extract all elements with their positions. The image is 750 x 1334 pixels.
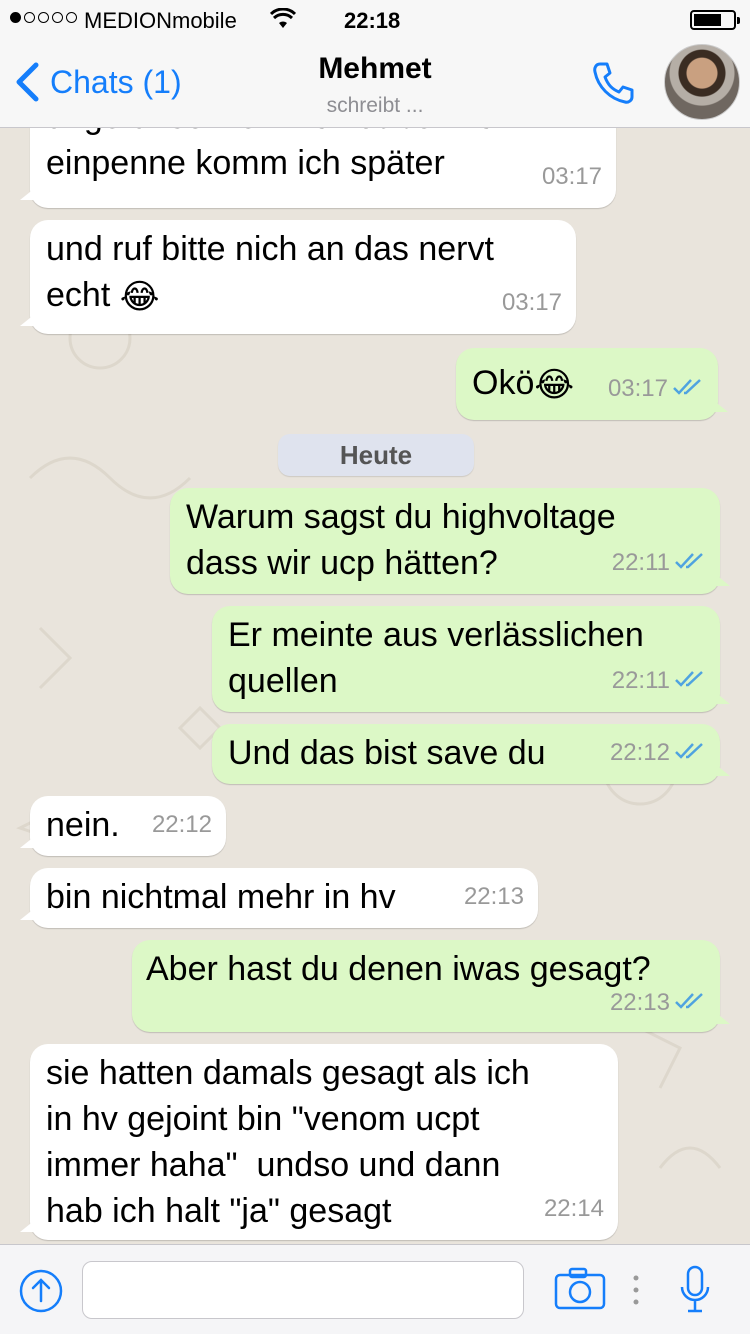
chat-header: Chats (1) Mehmet schreibt ... — [0, 40, 750, 128]
more-icon[interactable] — [630, 1273, 642, 1312]
read-ticks-icon — [674, 730, 706, 776]
message-time: 22:11 — [611, 667, 670, 694]
message-text: Er meinte aus verlässlichen quellen — [228, 616, 644, 700]
message-bubble-outgoing[interactable]: Aber hast du denen iwas gesagt? 22:13 — [132, 940, 730, 1032]
message-time: 03:17 — [501, 289, 562, 316]
message-bubble-outgoing[interactable]: Und das bist save du 22:12 — [212, 724, 730, 784]
message-text: Warum sagst du highvoltage dass wir ucp … — [186, 498, 616, 582]
microphone-icon[interactable] — [678, 1265, 712, 1320]
carrier-name: MEDIONmobile — [84, 8, 237, 33]
message-text: sie hatten damals gesagt als ich in hv g… — [46, 1054, 530, 1230]
message-text: und ruf bitte nich an das nervt echt — [46, 230, 494, 314]
message-bubble-incoming[interactable]: bin nichtmal mehr in hv 22:13 — [20, 868, 538, 928]
message-time: 22:14 — [543, 1195, 604, 1222]
wifi-icon — [269, 7, 297, 36]
battery-level — [694, 14, 721, 26]
read-ticks-icon — [674, 980, 706, 1026]
message-bubble-incoming[interactable]: unge unso wenn ich dabei nich einpenne k… — [20, 128, 616, 208]
upload-icon[interactable] — [18, 1268, 64, 1319]
composer-bar — [0, 1244, 750, 1334]
message-bubble-outgoing[interactable]: Okö😂 03:17 — [456, 348, 728, 420]
message-time: 22:13 — [609, 989, 670, 1016]
camera-icon[interactable] — [554, 1267, 606, 1316]
laughing-emoji-icon: 😂 — [534, 366, 575, 405]
laughing-emoji-icon: 😂 — [119, 278, 160, 317]
battery-icon — [690, 10, 740, 30]
clock: 22:18 — [344, 8, 401, 33]
message-text: Und das bist save du — [228, 734, 546, 772]
message-list[interactable]: unge unso wenn ich dabei nich einpenne k… — [0, 128, 750, 1244]
message-input[interactable] — [82, 1261, 524, 1319]
message-text: bin nichtmal mehr in hv — [46, 878, 396, 916]
message-time: 22:12 — [609, 739, 670, 766]
read-ticks-icon — [674, 540, 706, 586]
message-text: unge unso wenn ich dabei nich einpenne k… — [46, 128, 513, 182]
message-time: 22:11 — [611, 549, 670, 576]
read-ticks-icon — [672, 366, 704, 412]
status-bar: MEDIONmobile 22:18 — [0, 0, 750, 40]
phone-icon[interactable] — [588, 58, 638, 113]
message-time: 22:12 — [151, 811, 212, 838]
message-text: Okö — [472, 364, 535, 402]
read-ticks-icon — [674, 658, 706, 704]
contact-avatar[interactable] — [664, 44, 740, 120]
message-bubble-incoming[interactable]: sie hatten damals gesagt als ich in hv g… — [20, 1044, 618, 1240]
message-bubble-outgoing[interactable]: Er meinte aus verlässlichen quellen 22:1… — [212, 606, 730, 712]
message-time: 03:17 — [541, 163, 602, 190]
date-separator: Heute — [278, 434, 474, 476]
message-time: 22:13 — [463, 883, 524, 910]
message-text: nein. — [46, 806, 120, 844]
message-bubble-outgoing[interactable]: Warum sagst du highvoltage dass wir ucp … — [170, 488, 730, 594]
message-bubble-incoming[interactable]: nein. 22:12 — [20, 796, 226, 856]
message-bubble-incoming[interactable]: und ruf bitte nich an das nervt echt 😂 0… — [20, 220, 576, 334]
message-time: 03:17 — [607, 375, 668, 402]
message-text: Aber hast du denen iwas gesagt? — [146, 950, 651, 988]
signal-strength-icon — [10, 12, 77, 23]
